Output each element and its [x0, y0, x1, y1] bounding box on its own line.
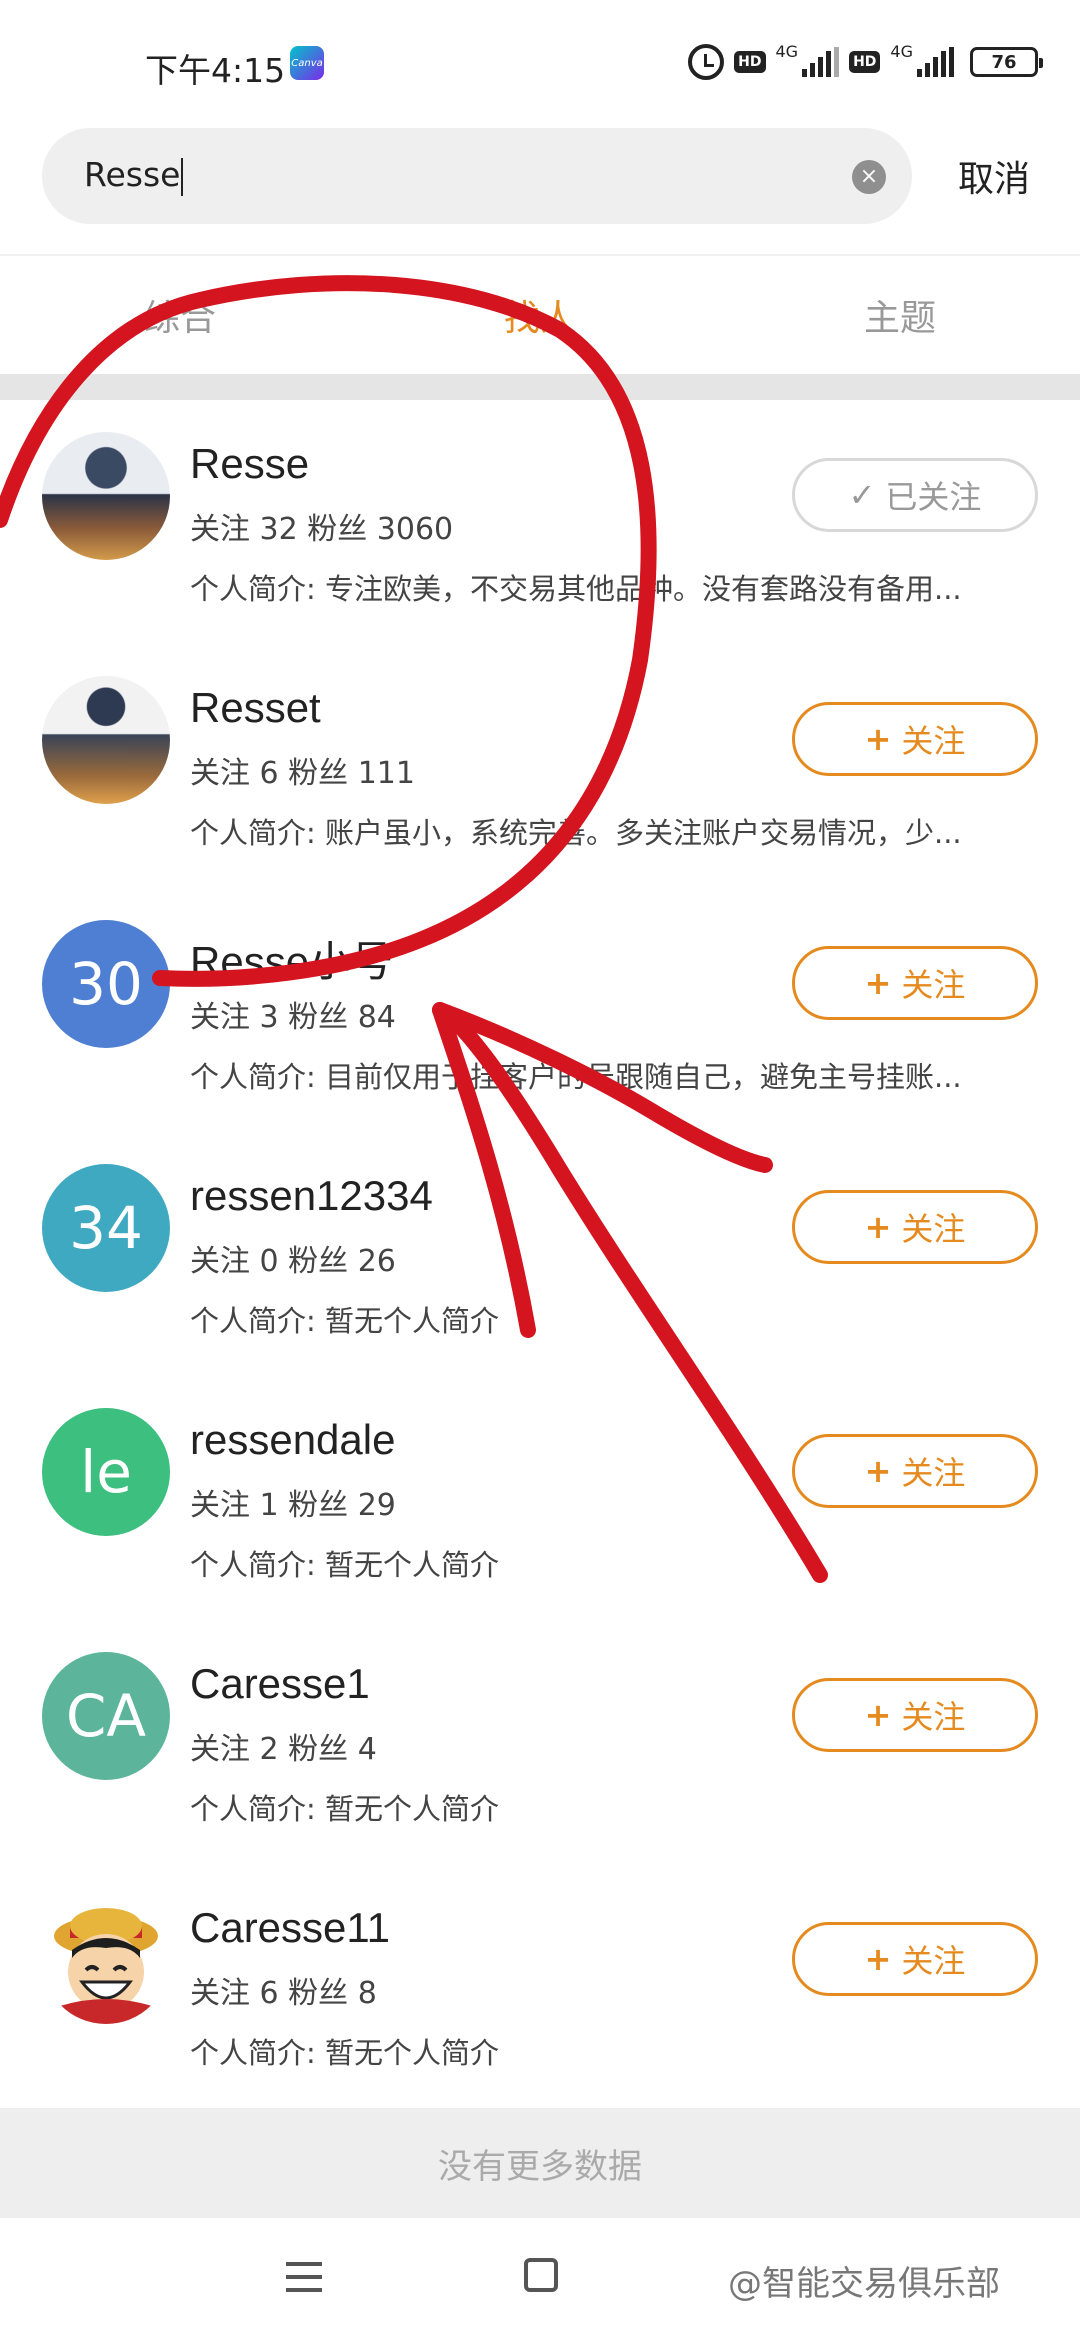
- plus-icon: +: [864, 1696, 892, 1734]
- section-divider: [0, 374, 1080, 400]
- user-bio: 个人简介: 暂无个人简介: [190, 2036, 499, 2070]
- status-time: 下午4:15: [145, 51, 286, 90]
- list-item[interactable]: 34 ressen12334 关注 0 粉丝 26 个人简介: 暂无个人简介 +…: [0, 1132, 1080, 1376]
- user-name: Resse: [190, 440, 310, 487]
- avatar[interactable]: le: [42, 1408, 170, 1536]
- cancel-button[interactable]: 取消: [958, 150, 1030, 202]
- plus-icon: +: [864, 720, 892, 758]
- watermark: @智能交易俱乐部: [728, 2264, 1000, 2304]
- user-bio: 个人简介: 暂无个人简介: [190, 1792, 499, 1826]
- user-stats: 关注 2 粉丝 4: [190, 1732, 377, 1767]
- user-bio: 个人简介: 暂无个人简介: [190, 1304, 499, 1338]
- status-icons: HD 4G HD 4G 76: [688, 40, 1043, 84]
- user-name: Caresse11: [190, 1904, 390, 1951]
- search-input[interactable]: Resse ×: [42, 128, 912, 224]
- tab-general[interactable]: 综合: [0, 256, 360, 374]
- menu-icon[interactable]: [286, 2262, 322, 2292]
- user-bio: 个人简介: 目前仅用于挂客户的号跟随自己，避免主号挂账...: [190, 1060, 962, 1094]
- signal-strength-icon: [802, 47, 840, 77]
- alarm-icon: [688, 44, 725, 80]
- plus-icon: +: [864, 1452, 892, 1490]
- user-bio: 个人简介: 账户虽小，系统完善。多关注账户交易情况，少...: [190, 816, 962, 850]
- search-query-text[interactable]: Resse: [84, 155, 184, 196]
- user-name: Resse小号: [190, 938, 394, 985]
- list-item[interactable]: Caresse11 关注 6 粉丝 8 个人简介: 暂无个人简介 + 关注: [0, 1864, 1080, 2108]
- user-name: ressen12334: [190, 1172, 433, 1219]
- avatar[interactable]: 30: [42, 920, 170, 1048]
- user-bio: 个人简介: 暂无个人简介: [190, 1548, 499, 1582]
- follow-button[interactable]: + 关注: [792, 702, 1038, 776]
- list-item[interactable]: CA Caresse1 关注 2 粉丝 4 个人简介: 暂无个人简介 + 关注: [0, 1620, 1080, 1864]
- network-type-label: 4G: [775, 42, 799, 61]
- search-bar: Resse × 取消: [0, 126, 1080, 226]
- hd-icon: HD: [734, 51, 766, 73]
- avatar[interactable]: [42, 676, 170, 804]
- button-label: 关注: [901, 966, 966, 1004]
- list-item[interactable]: Resse 关注 32 粉丝 3060 个人简介: 专注欧美，不交易其他品种。没…: [0, 400, 1080, 644]
- follow-button[interactable]: + 关注: [792, 1434, 1038, 1508]
- user-stats: 关注 1 粉丝 29: [190, 1488, 396, 1523]
- plus-icon: +: [864, 1940, 892, 1978]
- button-label: 已关注: [885, 478, 982, 516]
- followed-button[interactable]: ✓ 已关注: [792, 458, 1038, 532]
- user-stats: 关注 3 粉丝 84: [190, 1000, 396, 1035]
- plus-icon: +: [864, 964, 892, 1002]
- battery-icon: 76: [970, 47, 1043, 77]
- button-label: 关注: [901, 1698, 966, 1736]
- canva-app-icon: Canva: [290, 46, 324, 80]
- result-tabs: 综合 找人 主题: [0, 256, 1080, 374]
- button-label: 关注: [901, 722, 966, 760]
- user-stats: 关注 0 粉丝 26: [190, 1244, 396, 1279]
- tab-people[interactable]: 找人: [360, 256, 720, 374]
- cartoon-face-icon: [54, 1908, 158, 2024]
- avatar[interactable]: 34: [42, 1164, 170, 1292]
- tab-topics[interactable]: 主题: [720, 256, 1080, 374]
- follow-button[interactable]: + 关注: [792, 1678, 1038, 1752]
- follow-button[interactable]: + 关注: [792, 1190, 1038, 1264]
- no-more-data-label: 没有更多数据: [0, 2108, 1080, 2218]
- list-item[interactable]: le ressendale 关注 1 粉丝 29 个人简介: 暂无个人简介 + …: [0, 1376, 1080, 1620]
- list-item[interactable]: 30 Resse小号 关注 3 粉丝 84 个人简介: 目前仅用于挂客户的号跟随…: [0, 888, 1080, 1132]
- text-caret: [181, 157, 184, 196]
- list-item[interactable]: Resset 关注 6 粉丝 111 个人简介: 账户虽小，系统完善。多关注账户…: [0, 644, 1080, 888]
- system-nav-bar: @智能交易俱乐部: [0, 2218, 1080, 2340]
- plus-icon: +: [864, 1208, 892, 1246]
- avatar[interactable]: [42, 1896, 170, 2024]
- status-bar: 下午4:15 Canva HD 4G HD 4G 76: [0, 0, 1080, 120]
- user-stats: 关注 32 粉丝 3060: [190, 512, 454, 547]
- user-stats: 关注 6 粉丝 111: [190, 756, 415, 791]
- user-name: Resset: [190, 684, 321, 731]
- user-list: Resse 关注 32 粉丝 3060 个人简介: 专注欧美，不交易其他品种。没…: [0, 400, 1080, 2108]
- avatar[interactable]: CA: [42, 1652, 170, 1780]
- hd-icon: HD: [849, 51, 881, 73]
- clear-icon[interactable]: ×: [852, 160, 886, 194]
- user-name: Caresse1: [190, 1660, 370, 1707]
- follow-button[interactable]: + 关注: [792, 946, 1038, 1020]
- button-label: 关注: [901, 1210, 966, 1248]
- button-label: 关注: [901, 1942, 966, 1980]
- signal-strength-icon: [917, 47, 954, 77]
- user-name: ressendale: [190, 1416, 396, 1463]
- user-bio: 个人简介: 专注欧美，不交易其他品种。没有套路没有备用...: [190, 572, 962, 606]
- follow-button[interactable]: + 关注: [792, 1922, 1038, 1996]
- avatar[interactable]: [42, 432, 170, 560]
- home-icon[interactable]: [524, 2258, 558, 2292]
- checkmark-icon: ✓: [848, 476, 876, 514]
- user-stats: 关注 6 粉丝 8: [190, 1976, 377, 2011]
- button-label: 关注: [901, 1454, 966, 1492]
- network-type-label: 4G: [890, 42, 913, 61]
